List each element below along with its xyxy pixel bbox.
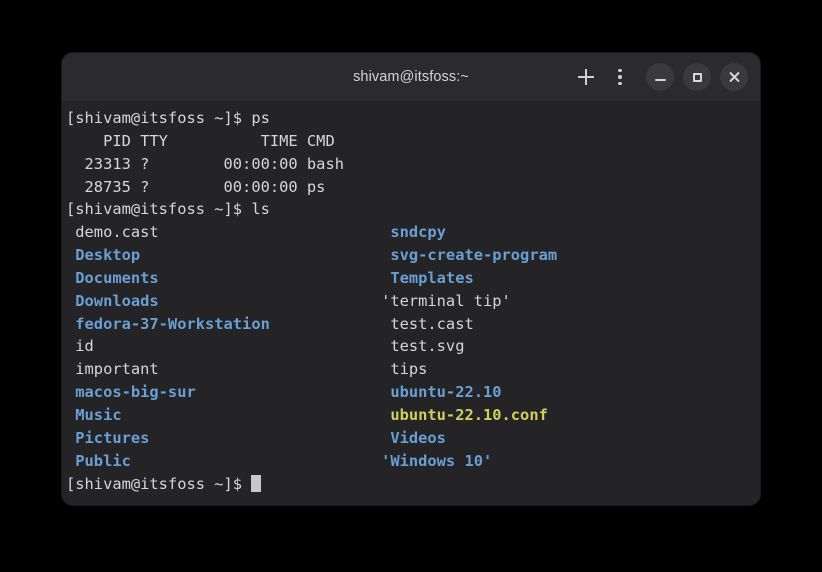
ls-column-gap — [196, 383, 381, 401]
menu-button[interactable] — [603, 60, 637, 94]
ls-entry-right: Templates — [381, 268, 474, 287]
ls-entry-left: Pictures — [66, 428, 150, 447]
close-icon — [728, 71, 741, 84]
ls-entry-right: 'Windows 10' — [381, 451, 493, 470]
ls-entry-right: sndcpy — [381, 223, 446, 242]
ls-entry-left: Desktop — [66, 246, 141, 265]
ls-row: Music ubuntu-22.10.conf — [66, 404, 760, 427]
ls-row: Documents Templates — [66, 267, 760, 290]
terminal-cursor — [251, 474, 261, 492]
ls-entry-left: Downloads — [66, 291, 159, 310]
ls-entry-left: important — [66, 360, 159, 379]
shell-prompt: [shivam@itsfoss ~]$ — [66, 474, 252, 493]
window-controls — [569, 60, 760, 94]
minimize-button[interactable] — [646, 63, 674, 91]
output-text: 28735 ? 00:00:00 ps — [66, 177, 326, 196]
ls-row: Public 'Windows 10' — [66, 450, 760, 473]
ls-row: macos-big-sur ubuntu-22.10 — [66, 381, 760, 404]
ls-entry-right: ubuntu-22.10.conf — [381, 405, 548, 424]
window-titlebar[interactable]: shivam@itsfoss:~ — [62, 53, 760, 101]
ls-row: Desktop svg-create-program — [66, 244, 760, 267]
shell-prompt: [shivam@itsfoss ~]$ — [66, 109, 252, 127]
shell-prompt: [shivam@itsfoss ~]$ — [66, 200, 252, 219]
terminal-command-line: [shivam@itsfoss ~]$ ls — [66, 198, 760, 221]
ls-row: important tips — [66, 358, 760, 381]
ls-column-gap — [270, 315, 381, 333]
ls-column-gap — [149, 429, 381, 447]
new-tab-button[interactable] — [569, 60, 603, 94]
maximize-button[interactable] — [683, 63, 711, 91]
ls-column-gap — [94, 337, 381, 355]
ls-entry-left: demo.cast — [66, 223, 159, 242]
ls-entry-left: fedora-37-Workstation — [66, 314, 270, 333]
terminal-final-prompt-line: [shivam@itsfoss ~]$ — [66, 473, 760, 496]
terminal-output-line: 28735 ? 00:00:00 ps — [66, 176, 760, 199]
terminal-screen[interactable]: [shivam@itsfoss ~]$ ps PID TTY TIME CMD … — [64, 107, 760, 495]
ls-row: Pictures Videos — [66, 427, 760, 450]
output-text: 23313 ? 00:00:00 bash — [66, 154, 344, 173]
ls-entry-right: test.svg — [381, 337, 465, 356]
ls-column-gap — [159, 292, 381, 310]
maximize-icon — [692, 72, 702, 82]
close-button[interactable] — [720, 63, 748, 91]
shell-command: ls — [251, 200, 270, 219]
ls-column-gap — [122, 406, 381, 424]
ls-entry-left: macos-big-sur — [66, 383, 196, 402]
ls-column-gap — [159, 223, 381, 241]
ls-row: fedora-37-Workstation test.cast — [66, 313, 760, 336]
ls-column-gap — [140, 246, 381, 264]
ls-entry-right: Videos — [381, 428, 446, 447]
plus-icon — [578, 69, 594, 85]
desktop-background: shivam@itsfoss:~ [shivam@itsfoss ~]$ ps … — [0, 0, 822, 572]
ls-row: Downloads 'terminal tip' — [66, 290, 760, 313]
ls-column-gap — [131, 452, 381, 470]
terminal-window: shivam@itsfoss:~ [shivam@itsfoss ~]$ ps … — [62, 53, 760, 505]
ls-entry-right: tips — [381, 360, 428, 379]
ls-column-gap — [159, 360, 381, 378]
terminal-output-line: PID TTY TIME CMD — [66, 130, 760, 153]
terminal-body[interactable]: [shivam@itsfoss ~]$ ps PID TTY TIME CMD … — [62, 101, 760, 505]
ls-entry-left: Public — [66, 451, 131, 470]
ls-entry-right: svg-create-program — [381, 246, 558, 265]
minimize-icon — [654, 78, 666, 81]
ls-row: demo.cast sndcpy — [66, 221, 760, 244]
ls-entry-left: Documents — [66, 268, 159, 287]
ls-entry-right: test.cast — [381, 314, 474, 333]
ls-entry-left: Music — [66, 405, 122, 424]
ls-entry-right: ubuntu-22.10 — [381, 383, 502, 402]
ls-column-gap — [159, 269, 381, 287]
output-text: PID TTY TIME CMD — [66, 131, 335, 150]
terminal-output-line: 23313 ? 00:00:00 bash — [66, 153, 760, 176]
ls-entry-left: id — [66, 337, 94, 356]
shell-command: ps — [251, 109, 270, 127]
terminal-command-line: [shivam@itsfoss ~]$ ps — [66, 107, 760, 130]
ls-row: id test.svg — [66, 335, 760, 358]
kebab-menu-icon — [618, 68, 622, 86]
ls-entry-right: 'terminal tip' — [381, 291, 511, 310]
